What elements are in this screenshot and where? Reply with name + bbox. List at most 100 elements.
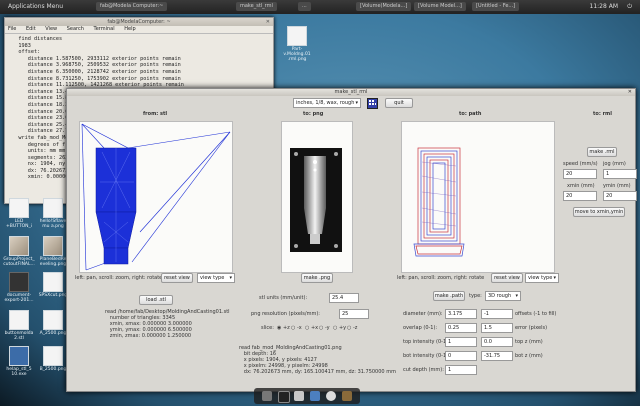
ymin-input[interactable]: 20 [603, 191, 637, 201]
path-param-input[interactable]: 0 [445, 351, 477, 361]
clock: 11:28 AM [589, 3, 618, 10]
slice-radio-1[interactable]: ○ -x [291, 325, 302, 331]
file-thumbnail-icon [43, 346, 63, 366]
desktop-file-icon[interactable]: helap_stl_5 10.exe [2, 346, 36, 377]
make-rml-button[interactable]: make .rml [587, 147, 617, 157]
png-viewport[interactable] [281, 121, 353, 273]
window-title-bar[interactable]: make_stl_rml ✕ [67, 89, 635, 96]
png-resolution-input[interactable]: 25 [339, 309, 369, 319]
power-icon[interactable]: ⏻ [627, 3, 632, 11]
file-manager-icon[interactable] [294, 391, 304, 401]
applications-menu[interactable]: Applications Menu [8, 3, 63, 10]
terminal-title: fab@ModelaComputer: ~ [107, 19, 171, 25]
path-param-input[interactable]: 1 [445, 337, 477, 347]
menu-edit[interactable]: Edit [26, 26, 36, 32]
desktop-file-label: B_2500.png [39, 367, 67, 372]
menu-help[interactable]: Help [124, 26, 135, 32]
desktop-file-icon[interactable]: GroupProject_ cutoutFINAL... [2, 236, 36, 267]
slice-radio-4[interactable]: ○ +y [333, 325, 346, 331]
desktop-file-icon[interactable]: LED +BUTTON_i [2, 198, 36, 229]
path-param-input-2[interactable]: 0.0 [481, 337, 513, 347]
stl-reset-view-button[interactable]: reset view [161, 273, 193, 283]
taskbar-item[interactable]: [Volume(Modela...] [356, 2, 412, 11]
stl-file-info: read /home/fab/Desktop/MoldingAndCasting… [105, 309, 230, 339]
close-icon[interactable]: ✕ [266, 18, 270, 26]
stl-header: from: stl [143, 111, 168, 117]
file-thumbnail-icon [43, 236, 63, 256]
quit-button[interactable]: quit [385, 98, 413, 108]
slice-radio-5[interactable]: ○ -z [347, 325, 357, 331]
desktop-file-icon[interactable]: PlaneBedRe eveling.png [36, 236, 70, 267]
desktop-file-icon[interactable]: A_2500.png [36, 310, 70, 336]
menu-view[interactable]: View [45, 26, 57, 32]
load-stl-button[interactable]: load .stl [139, 295, 173, 305]
close-icon[interactable]: ✕ [628, 89, 632, 96]
units-select[interactable]: inches, 1/8, wax, rough [293, 98, 361, 108]
path-viewport[interactable] [401, 121, 555, 273]
path-type-select[interactable]: 3D rough [485, 291, 521, 301]
desktop-file-icon[interactable]: document- export-201... [2, 272, 36, 303]
speed-input[interactable]: 20 [563, 169, 597, 179]
grid-icon[interactable] [367, 98, 378, 109]
ymin-label: ymin (mm) [603, 183, 631, 189]
desktop-file-label: PlaneBedRe eveling.png [39, 257, 67, 267]
browser-icon[interactable] [310, 391, 320, 401]
xmin-input[interactable]: 20 [563, 191, 597, 201]
stl-view-hint: left: pan, scroll: zoom, right: rotate [75, 275, 163, 281]
stl-viewport[interactable] [79, 121, 233, 273]
slice-option-label: +z [282, 325, 290, 331]
taskbar-item[interactable]: ... [298, 2, 311, 11]
desktop-file-icon[interactable]: buttonmolda 2.stl [2, 310, 36, 341]
menu-terminal[interactable]: Terminal [94, 26, 115, 32]
taskbar-item[interactable]: [Volume Model...] [414, 2, 466, 11]
make-path-button[interactable]: make .path [433, 291, 465, 301]
desktop-file-label: helap_stl_5 10.exe [6, 367, 32, 377]
jog-input[interactable]: 1 [603, 169, 637, 179]
path-param-input-2[interactable]: -1 [481, 309, 513, 319]
path-param-input[interactable]: 3.175 [445, 309, 477, 319]
path-param-label: overlap (0-1): [403, 325, 438, 331]
path-param-input[interactable]: 1 [445, 365, 477, 375]
window-title: make_stl_rml [334, 89, 368, 95]
menu-file[interactable]: File [8, 26, 16, 32]
desktop-file-icon[interactable]: SPSXcut.png [36, 272, 70, 298]
slice-radio-0[interactable]: ◉ +z [277, 325, 290, 331]
search-icon[interactable] [326, 391, 336, 401]
path-view-hint: left: pan, scroll: zoom, right: rotate [397, 275, 485, 281]
path-param-input-2[interactable]: 1.5 [481, 323, 513, 333]
desktop-file-label: A_2500.png [39, 331, 67, 336]
menu-search[interactable]: Search [67, 26, 84, 32]
path-view-type-select[interactable]: view type [525, 273, 559, 283]
desktop-file-label: buttonmolda 2.stl [4, 331, 34, 341]
slice-radio-2[interactable]: ○ +x [305, 325, 318, 331]
folder-icon[interactable] [342, 391, 352, 401]
taskbar-item[interactable]: make_stl_rml [236, 2, 277, 11]
stl-units-label: stl units (mm/unit): [259, 295, 308, 301]
show-desktop-icon[interactable] [262, 391, 272, 401]
desktop-file-icon[interactable]: hello!Sflave mu a.png [36, 198, 70, 229]
terminal-title-bar[interactable]: fab@ModelaComputer: ~ ✕ [5, 18, 273, 26]
desktop-file-icon[interactable]: B_2500.png [36, 346, 70, 372]
move-to-xmin-ymin-button[interactable]: move to xmin,ymin [573, 207, 625, 217]
slice-radio-3[interactable]: ○ -y [319, 325, 330, 331]
slice-label: slice: [261, 325, 274, 331]
file-thumbnail-icon [9, 272, 29, 292]
stl-units-input[interactable]: 25.4 [329, 293, 359, 303]
taskbar-item[interactable]: fab@Modela Computer:~ [96, 2, 168, 11]
desktop-file-label: hello!Sflave mu a.png [39, 219, 67, 229]
path-reset-view-button[interactable]: reset view [491, 273, 523, 283]
terminal-icon[interactable] [278, 391, 290, 403]
desktop-file-label: Part-v.Moldng.01 .rml.png [283, 47, 311, 62]
stl-view-type-select[interactable]: view type [197, 273, 235, 283]
rml-header: to: rml [593, 111, 612, 117]
desktop-file-icon[interactable]: Part-v.Moldng.01 .rml.png [280, 26, 314, 62]
dock [254, 388, 360, 404]
path-param-input[interactable]: 0.25 [445, 323, 477, 333]
make-png-button[interactable]: make .png [301, 273, 333, 283]
path-param-input-2[interactable]: -31.75 [481, 351, 513, 361]
taskbar-item[interactable]: [Untitled - Fe...] [472, 2, 520, 11]
file-thumbnail-icon [9, 236, 29, 256]
file-thumbnail-icon [43, 272, 63, 292]
desktop-file-label: GroupProject_ cutoutFINAL... [3, 257, 35, 267]
path-param-label-2: bot z (mm) [515, 353, 543, 359]
